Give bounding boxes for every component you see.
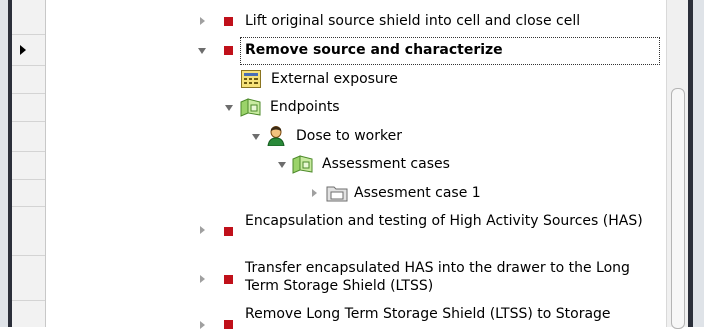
tree-node-transfer-has[interactable]: Transfer encapsulated HAS into the drawe… [196, 259, 656, 299]
row-header[interactable] [12, 152, 45, 180]
right-frame-edge [688, 0, 693, 327]
row-header[interactable] [12, 94, 45, 122]
tree-node-encapsulation-testing[interactable]: Encapsulation and testing of High Activi… [196, 212, 656, 252]
tree-node-assessment-case-1[interactable]: Assesment case 1 [310, 181, 610, 205]
calculator-icon [241, 70, 261, 88]
tree-node-label: External exposure [271, 71, 398, 87]
collapse-arrow-icon[interactable] [278, 162, 286, 168]
expand-arrow-icon[interactable] [200, 275, 205, 283]
red-square-task-icon [224, 275, 233, 284]
tree-node-label: Assesment case 1 [354, 185, 481, 201]
gray-folder-icon [326, 184, 348, 202]
expand-arrow-icon[interactable] [200, 226, 205, 234]
tree-node-label: Dose to worker [296, 128, 402, 144]
tree-node-label: Remove Long Term Storage Shield (LTSS) t… [245, 306, 611, 322]
tree-node-remove-ltss[interactable]: Remove Long Term Storage Shield (LTSS) t… [196, 304, 656, 329]
row-header[interactable] [12, 301, 45, 327]
tree-node-label: Lift original source shield into cell an… [245, 13, 581, 29]
row-header[interactable] [12, 122, 45, 152]
red-square-task-icon [224, 17, 233, 26]
task-tree: Lift original source shield into cell an… [46, 0, 666, 329]
collapse-arrow-icon[interactable] [198, 48, 206, 54]
collapse-arrow-icon[interactable] [225, 105, 233, 111]
current-row-arrow-icon [20, 45, 26, 55]
expand-arrow-icon[interactable] [312, 189, 317, 197]
tree-node-label: Transfer encapsulated HAS into the drawe… [245, 260, 630, 294]
tree-node-label: Endpoints [270, 99, 340, 115]
tree-node-remove-source[interactable]: Remove source and characterize [196, 38, 656, 62]
row-header[interactable] [12, 0, 45, 35]
scrollbar-thumb[interactable] [671, 88, 685, 329]
tree-node-endpoints[interactable]: Endpoints [224, 95, 524, 119]
green-folder-icon [240, 97, 262, 117]
green-folder-icon [292, 154, 314, 174]
row-header[interactable] [12, 180, 45, 207]
tree-node-label: Encapsulation and testing of High Activi… [245, 213, 643, 229]
red-square-task-icon [224, 320, 233, 329]
person-icon [267, 126, 285, 146]
vertical-scrollbar[interactable] [666, 0, 689, 329]
row-header[interactable] [12, 66, 45, 94]
expand-arrow-icon[interactable] [200, 17, 205, 25]
row-header-current[interactable] [12, 35, 45, 66]
row-header[interactable] [12, 256, 45, 301]
tree-node-assessment-cases[interactable]: Assessment cases [276, 152, 576, 176]
right-frame [688, 0, 704, 327]
tree-node-external-exposure[interactable]: External exposure [241, 67, 541, 91]
left-frame [0, 0, 12, 327]
tree-node-dose-to-worker[interactable]: Dose to worker [250, 124, 550, 148]
tree-node-label: Remove source and characterize [245, 42, 503, 58]
collapse-arrow-icon[interactable] [252, 134, 260, 140]
expand-arrow-icon[interactable] [200, 321, 205, 329]
row-header[interactable] [12, 207, 45, 256]
row-header-gutter [12, 0, 46, 327]
tree-node-lift-source-shield[interactable]: Lift original source shield into cell an… [196, 9, 656, 33]
tree-node-label: Assessment cases [322, 156, 450, 172]
red-square-task-icon [224, 46, 233, 55]
red-square-task-icon [224, 227, 233, 236]
